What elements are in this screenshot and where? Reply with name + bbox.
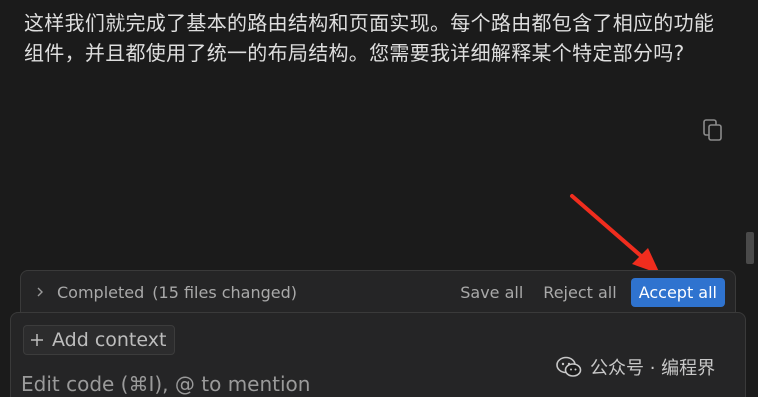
assistant-message: 这样我们就完成了基本的路由结构和页面实现。每个路由都包含了相应的功能组件，并且都… (24, 11, 715, 65)
wechat-icon (556, 356, 582, 377)
save-all-button[interactable]: Save all (452, 278, 531, 307)
status-label: Completed (57, 282, 145, 302)
copy-icon[interactable] (702, 118, 724, 142)
scrollbar-thumb[interactable] (746, 232, 754, 264)
watermark-text: 公众号 · 编程界 (590, 358, 716, 379)
watermark: 公众号 · 编程界 (556, 354, 715, 380)
accept-all-button[interactable]: Accept all (630, 277, 725, 307)
composer-input[interactable] (21, 369, 541, 397)
reject-all-button[interactable]: Reject all (535, 278, 624, 307)
files-changed-count: (15 files changed) (152, 282, 298, 302)
add-context-button[interactable]: Add context (23, 325, 176, 355)
changes-bar: Completed (15 files changed) Save all Re… (20, 270, 736, 314)
chevron-right-icon[interactable] (35, 287, 45, 297)
add-context-label: Add context (52, 329, 167, 351)
plus-icon (31, 334, 43, 346)
